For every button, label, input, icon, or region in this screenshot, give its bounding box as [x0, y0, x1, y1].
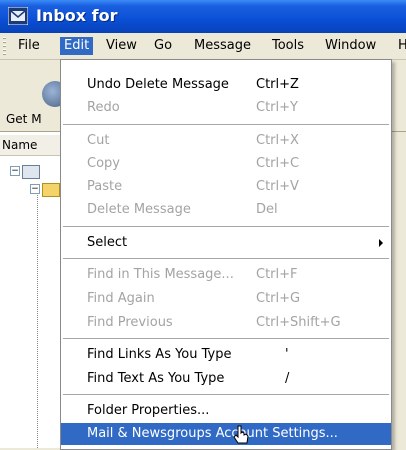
menu-find-in-this-message[interactable]: Find in This Message... Ctrl+F [61, 264, 391, 285]
mail-account-icon [22, 165, 40, 179]
menubar-grip[interactable] [3, 37, 6, 55]
expand-folder-toggle[interactable]: − [30, 184, 40, 194]
tree-guide-line [37, 195, 38, 448]
menu-edit[interactable]: Edit [60, 37, 94, 55]
menu-paste[interactable]: Paste Ctrl+V [61, 176, 391, 197]
menu-window[interactable]: Window [321, 37, 380, 55]
menu-separator [63, 226, 389, 227]
edit-menu-dropdown: Undo Delete Message Ctrl+Z Redo Ctrl+Y C… [60, 59, 392, 450]
menu-select[interactable]: Select [61, 232, 391, 253]
menu-tools[interactable]: Tools [268, 37, 308, 55]
folder-pane [0, 132, 62, 448]
menu-cut[interactable]: Cut Ctrl+X [61, 130, 391, 151]
menu-copy[interactable]: Copy Ctrl+C [61, 153, 391, 174]
menu-find-again[interactable]: Find Again Ctrl+G [61, 288, 391, 309]
menu-folder-properties[interactable]: Folder Properties... [61, 400, 391, 421]
title-bar[interactable]: Inbox for [0, 0, 406, 33]
menu-separator [63, 258, 389, 259]
window-title: Inbox for [36, 6, 118, 25]
menu-go[interactable]: Go [150, 37, 176, 55]
menu-redo[interactable]: Redo Ctrl+Y [61, 97, 391, 118]
expand-account-toggle[interactable]: − [10, 166, 20, 176]
mouse-cursor-icon [233, 425, 249, 444]
menu-separator [63, 394, 389, 395]
app-icon [8, 7, 28, 25]
menu-delete-message[interactable]: Delete Message Del [61, 199, 391, 220]
menu-file[interactable]: File [14, 37, 44, 55]
menu-bar: File Edit View Go Message Tools Window H [0, 33, 406, 60]
submenu-arrow-icon [379, 239, 383, 247]
folder-icon [42, 183, 60, 197]
column-header-name[interactable]: Name [0, 135, 62, 156]
menu-separator [63, 338, 389, 339]
menu-help[interactable]: H [394, 37, 406, 55]
menu-view[interactable]: View [102, 37, 141, 55]
menu-message[interactable]: Message [190, 37, 255, 55]
get-mail-label[interactable]: Get M [6, 112, 42, 126]
menu-separator [63, 124, 389, 125]
menu-find-previous[interactable]: Find Previous Ctrl+Shift+G [61, 312, 391, 333]
menu-find-text-as-you-type[interactable]: Find Text As You Type / [61, 368, 391, 389]
menu-undo-delete-message[interactable]: Undo Delete Message Ctrl+Z [61, 74, 391, 95]
menu-find-links-as-you-type[interactable]: Find Links As You Type ' [61, 344, 391, 365]
menu-account-settings[interactable]: Mail & Newsgroups Account Settings... [61, 423, 391, 445]
